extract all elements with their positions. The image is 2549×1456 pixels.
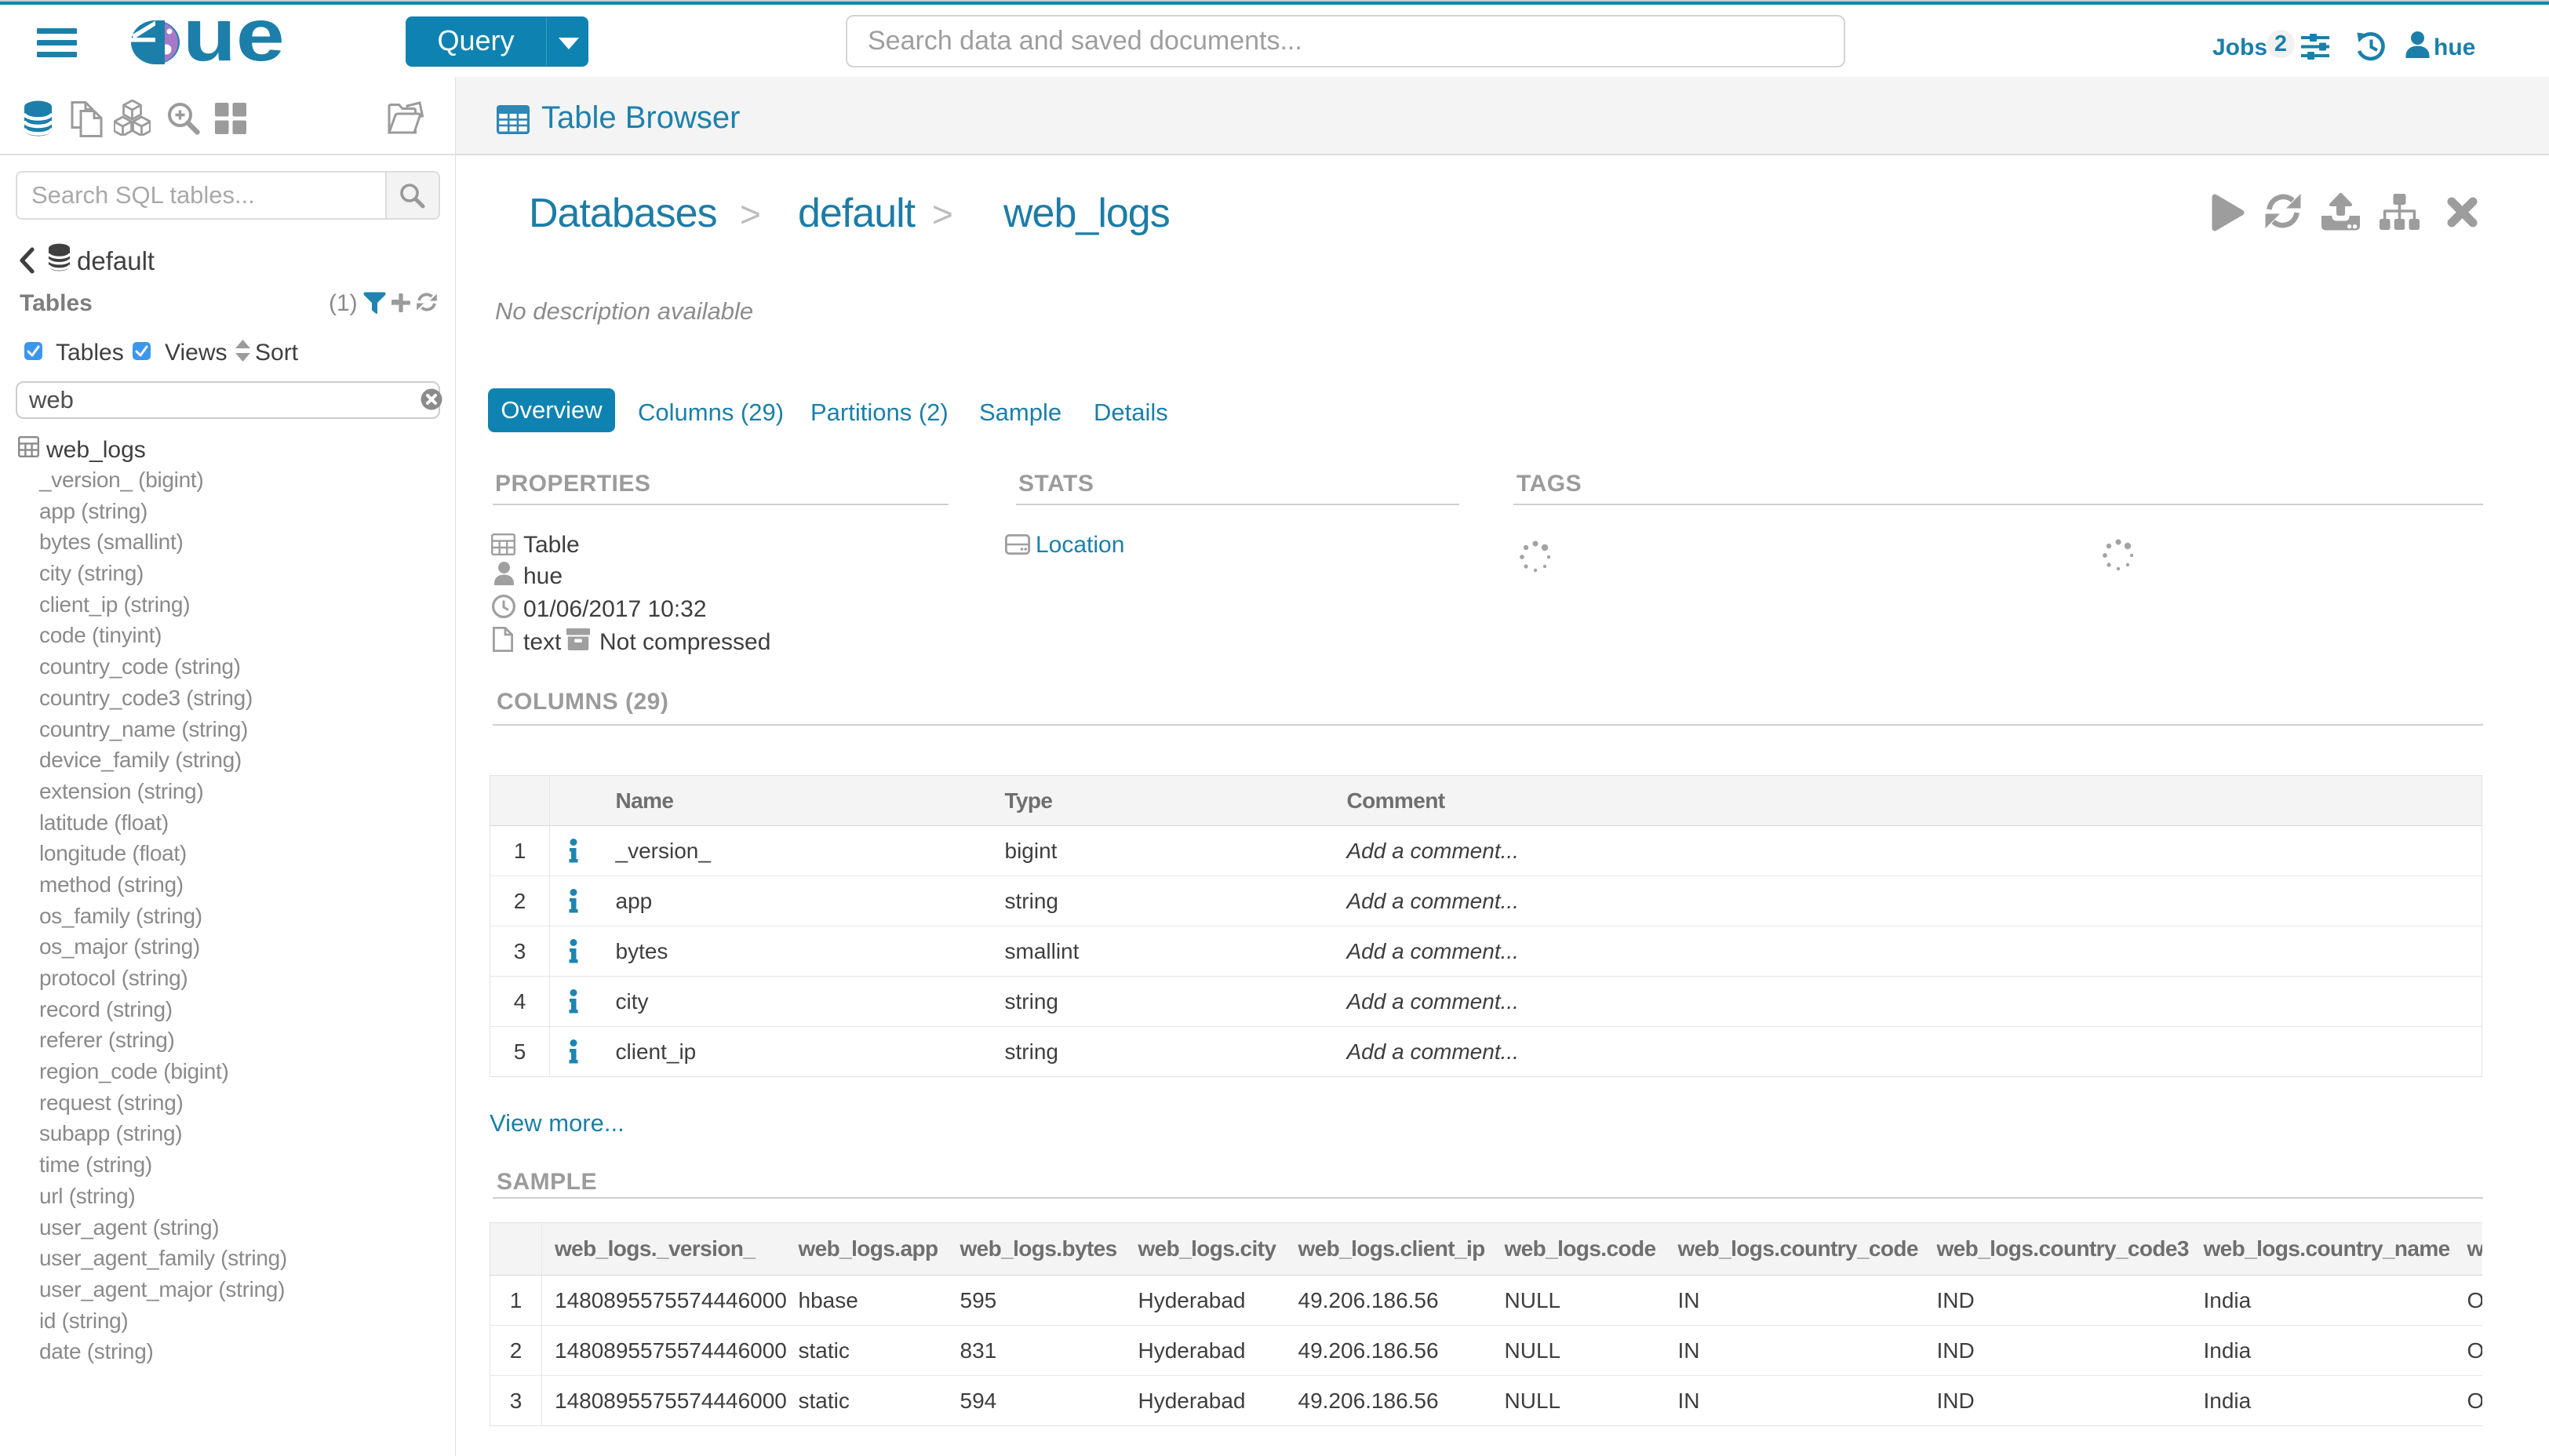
svg-text:ue: ue [183, 20, 285, 64]
